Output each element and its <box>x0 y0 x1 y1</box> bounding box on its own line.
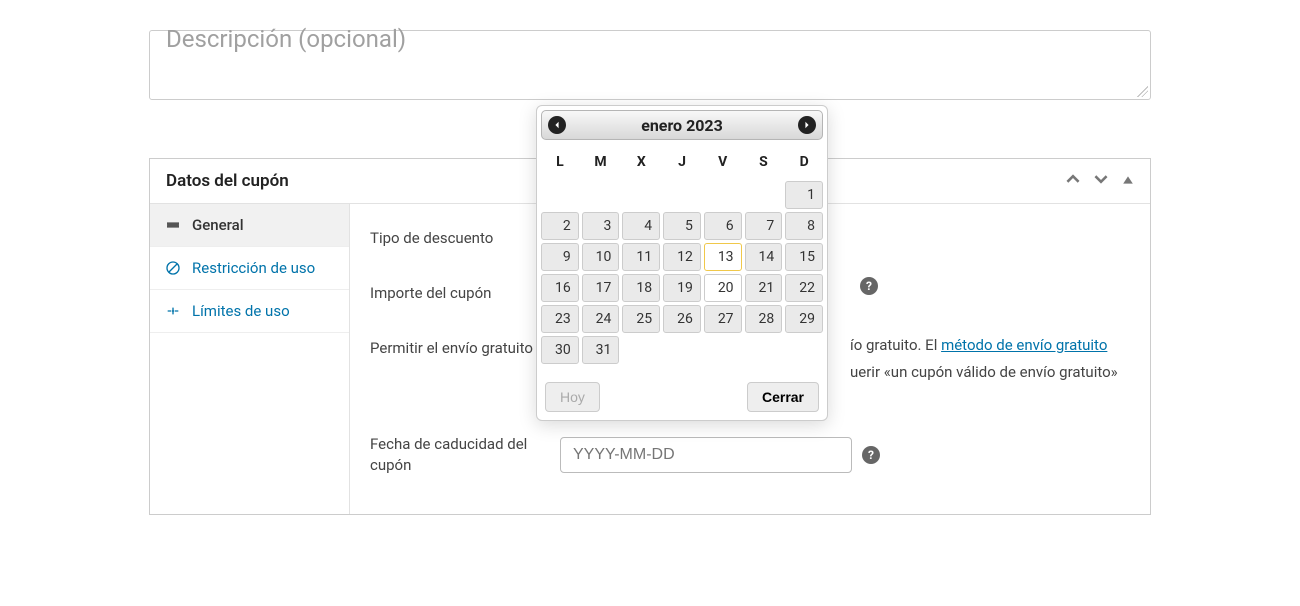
datepicker-day[interactable]: 4 <box>622 212 660 240</box>
datepicker-dow: X <box>622 150 660 178</box>
datepicker-today-button[interactable]: Hoy <box>545 382 600 412</box>
datepicker-day[interactable]: 19 <box>663 274 701 302</box>
datepicker-day[interactable]: 23 <box>541 305 579 333</box>
panel-move-up[interactable] <box>1066 172 1080 190</box>
datepicker-day[interactable]: 3 <box>582 212 620 240</box>
free-shipping-label: Permitir el envío gratuito <box>370 332 560 359</box>
datepicker-dow: J <box>663 150 701 178</box>
datepicker-day[interactable]: 17 <box>582 274 620 302</box>
help-icon[interactable]: ? <box>862 446 880 464</box>
help-icon[interactable]: ? <box>860 277 878 295</box>
description-textarea[interactable]: Descripción (opcional) <box>149 30 1151 100</box>
tab-limits[interactable]: Límites de uso <box>150 290 349 333</box>
expiry-date-label: Fecha de caducidad del cupón <box>370 434 560 476</box>
restriction-icon <box>164 259 182 277</box>
datepicker-header: enero 2023 <box>541 110 823 140</box>
description-placeholder: Descripción (opcional) <box>166 25 406 53</box>
tabs-sidebar: General Restricción de uso Límites de us… <box>150 204 350 514</box>
panel-move-down[interactable] <box>1094 172 1108 190</box>
expiry-date-input[interactable] <box>560 437 852 473</box>
datepicker-day[interactable]: 10 <box>582 243 620 271</box>
datepicker-next[interactable] <box>798 116 816 134</box>
datepicker-day[interactable]: 20 <box>704 274 742 302</box>
datepicker-day[interactable]: 21 <box>745 274 783 302</box>
datepicker-day[interactable]: 28 <box>745 305 783 333</box>
datepicker-empty-cell <box>745 181 783 209</box>
tab-label: Restricción de uso <box>192 259 315 277</box>
textarea-resize-handle[interactable] <box>1134 83 1148 97</box>
datepicker-day[interactable]: 6 <box>704 212 742 240</box>
datepicker-day[interactable]: 16 <box>541 274 579 302</box>
discount-type-label: Tipo de descuento <box>370 222 560 249</box>
tab-restriction[interactable]: Restricción de uso <box>150 247 349 290</box>
datepicker-close-button[interactable]: Cerrar <box>747 382 819 412</box>
datepicker-day[interactable]: 25 <box>622 305 660 333</box>
coupon-amount-label: Importe del cupón <box>370 277 560 304</box>
datepicker-day[interactable]: 5 <box>663 212 701 240</box>
datepicker-day[interactable]: 2 <box>541 212 579 240</box>
datepicker-empty-cell <box>622 181 660 209</box>
tab-label: Límites de uso <box>192 302 290 320</box>
datepicker-dow: D <box>785 150 823 178</box>
datepicker-empty-cell <box>704 181 742 209</box>
datepicker-day[interactable]: 8 <box>785 212 823 240</box>
datepicker-dow: M <box>582 150 620 178</box>
datepicker-day[interactable]: 24 <box>582 305 620 333</box>
datepicker-dow: L <box>541 150 579 178</box>
datepicker-day[interactable]: 26 <box>663 305 701 333</box>
datepicker-day[interactable]: 12 <box>663 243 701 271</box>
free-shipping-method-link[interactable]: método de envío gratuito <box>941 336 1107 354</box>
datepicker-grid: LMXJVSD123456789101112131415161718192021… <box>541 150 823 364</box>
datepicker-day[interactable]: 15 <box>785 243 823 271</box>
datepicker-dow: S <box>745 150 783 178</box>
datepicker-day[interactable]: 22 <box>785 274 823 302</box>
datepicker-day[interactable]: 13 <box>704 243 742 271</box>
datepicker-empty-cell <box>582 181 620 209</box>
panel-title: Datos del cupón <box>166 171 289 191</box>
datepicker-day[interactable]: 27 <box>704 305 742 333</box>
datepicker: enero 2023 LMXJVSD1234567891011121314151… <box>536 105 828 421</box>
datepicker-day[interactable]: 18 <box>622 274 660 302</box>
datepicker-day[interactable]: 29 <box>785 305 823 333</box>
panel-controls <box>1066 172 1134 190</box>
limits-icon <box>164 302 182 320</box>
datepicker-day[interactable]: 9 <box>541 243 579 271</box>
ticket-icon <box>164 216 182 234</box>
datepicker-title: enero 2023 <box>641 116 723 135</box>
panel-toggle[interactable] <box>1122 172 1134 190</box>
datepicker-empty-cell <box>663 181 701 209</box>
datepicker-day[interactable]: 1 <box>785 181 823 209</box>
tab-general[interactable]: General <box>150 204 349 247</box>
datepicker-day[interactable]: 7 <box>745 212 783 240</box>
datepicker-dow: V <box>704 150 742 178</box>
datepicker-day[interactable]: 30 <box>541 336 579 364</box>
datepicker-day[interactable]: 14 <box>745 243 783 271</box>
tab-label: General <box>192 216 244 234</box>
datepicker-day[interactable]: 11 <box>622 243 660 271</box>
datepicker-prev[interactable] <box>548 116 566 134</box>
datepicker-day[interactable]: 31 <box>582 336 620 364</box>
datepicker-empty-cell <box>541 181 579 209</box>
